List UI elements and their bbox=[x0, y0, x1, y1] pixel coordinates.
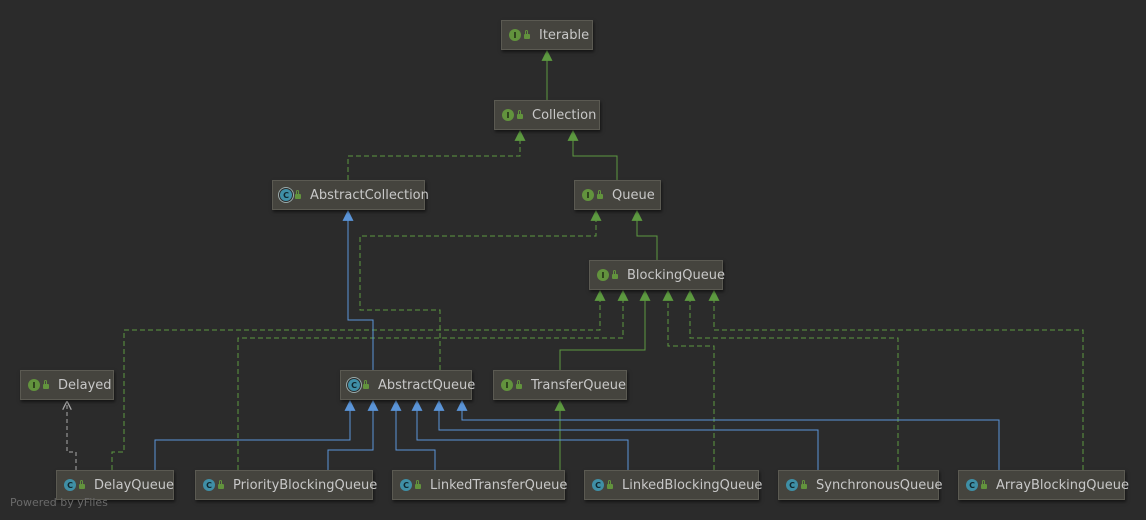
class-icon: C bbox=[966, 479, 978, 491]
node-label: DelayQueue bbox=[94, 477, 174, 493]
node-label: Queue bbox=[612, 187, 655, 203]
node-queue[interactable]: I Queue bbox=[574, 180, 661, 210]
node-label: TransferQueue bbox=[531, 377, 626, 393]
node-label: LinkedBlockingQueue bbox=[622, 477, 763, 493]
node-linked-transfer-queue[interactable]: C LinkedTransferQueue bbox=[392, 470, 568, 500]
node-label: AbstractQueue bbox=[378, 377, 476, 393]
edge-linkedtransfer-abstractqueue bbox=[390, 399, 436, 470]
node-abstract-collection[interactable]: C AbstractCollection bbox=[272, 180, 429, 210]
node-collection[interactable]: I Collection bbox=[494, 100, 600, 130]
edge-delayqueue-abstractqueue bbox=[154, 399, 356, 470]
node-label: ArrayBlockingQueue bbox=[996, 477, 1129, 493]
public-lock-icon bbox=[612, 270, 618, 279]
edge-linkedblocking-blockingqueue bbox=[662, 289, 715, 470]
node-label: PriorityBlockingQueue bbox=[233, 477, 378, 493]
public-lock-icon bbox=[524, 30, 530, 39]
edge-blockingqueue-queue bbox=[631, 209, 658, 260]
edge-delayqueue-delayed bbox=[67, 402, 77, 470]
edge-arrayblocking-abstractqueue bbox=[456, 399, 1000, 470]
edges-layer bbox=[0, 49, 1084, 470]
diagram-canvas: I Iterable I Collection C AbstractCollec… bbox=[0, 0, 1146, 520]
node-synchronous-queue[interactable]: C SynchronousQueue bbox=[778, 470, 943, 500]
node-priority-blocking-queue[interactable]: C PriorityBlockingQueue bbox=[195, 470, 377, 500]
interface-icon: I bbox=[28, 379, 40, 391]
public-lock-icon bbox=[981, 480, 987, 489]
public-lock-icon bbox=[295, 190, 301, 199]
public-lock-icon bbox=[607, 480, 613, 489]
node-label: Iterable bbox=[539, 27, 590, 43]
public-lock-icon bbox=[517, 110, 523, 119]
abstract-class-icon: C bbox=[348, 379, 360, 391]
edge-queue-collection bbox=[567, 129, 618, 180]
abstract-class-icon: C bbox=[280, 189, 292, 201]
public-lock-icon bbox=[218, 480, 224, 489]
class-icon: C bbox=[203, 479, 215, 491]
node-label: BlockingQueue bbox=[627, 267, 725, 283]
public-lock-icon bbox=[43, 380, 49, 389]
node-abstract-queue[interactable]: C AbstractQueue bbox=[340, 370, 476, 400]
interface-icon: I bbox=[501, 379, 513, 391]
node-label: LinkedTransferQueue bbox=[430, 477, 568, 493]
class-icon: C bbox=[400, 479, 412, 491]
interface-icon: I bbox=[582, 189, 594, 201]
node-transfer-queue[interactable]: I TransferQueue bbox=[493, 370, 627, 400]
node-iterable[interactable]: I Iterable bbox=[501, 20, 593, 50]
node-label: Collection bbox=[532, 107, 597, 123]
edge-abstractcollection-collection bbox=[347, 129, 526, 180]
node-label: AbstractCollection bbox=[310, 187, 429, 203]
class-icon: C bbox=[592, 479, 604, 491]
class-icon: C bbox=[786, 479, 798, 491]
edge-synchronous-blockingqueue bbox=[684, 289, 899, 470]
edge-abstractqueue-abstractcollection bbox=[342, 209, 374, 370]
node-delayed[interactable]: I Delayed bbox=[20, 370, 114, 400]
class-icon: C bbox=[64, 479, 76, 491]
node-label: SynchronousQueue bbox=[816, 477, 943, 493]
powered-by-credit: Powered by yFiles bbox=[10, 496, 108, 509]
node-blocking-queue[interactable]: I BlockingQueue bbox=[589, 260, 725, 290]
public-lock-icon bbox=[79, 480, 85, 489]
interface-icon: I bbox=[509, 29, 521, 41]
interface-icon: I bbox=[597, 269, 609, 281]
interface-icon: I bbox=[502, 109, 514, 121]
edge-abstractqueue-queue bbox=[359, 209, 602, 370]
public-lock-icon bbox=[801, 480, 807, 489]
public-lock-icon bbox=[597, 190, 603, 199]
node-array-blocking-queue[interactable]: C ArrayBlockingQueue bbox=[958, 470, 1129, 500]
node-label: Delayed bbox=[58, 377, 112, 393]
public-lock-icon bbox=[363, 380, 369, 389]
node-linked-blocking-queue[interactable]: C LinkedBlockingQueue bbox=[584, 470, 763, 500]
public-lock-icon bbox=[516, 380, 522, 389]
public-lock-icon bbox=[415, 480, 421, 489]
edge-linkedblocking-abstractqueue bbox=[411, 399, 629, 470]
